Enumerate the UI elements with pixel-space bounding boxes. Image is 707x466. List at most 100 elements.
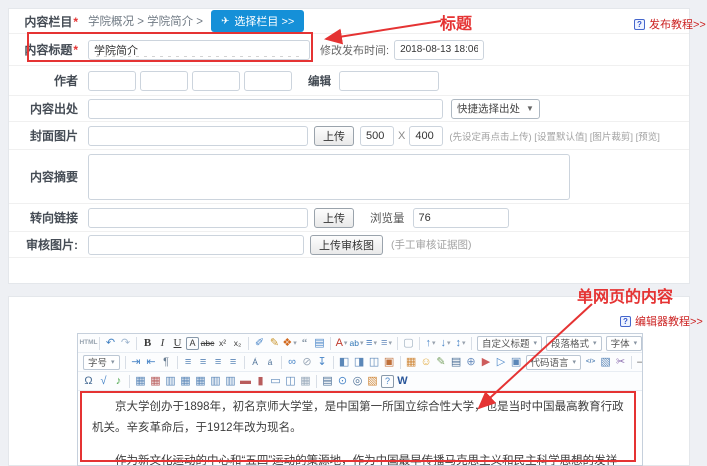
redirect-upload-button[interactable]: 上传 bbox=[314, 208, 354, 228]
img-left-icon[interactable]: ◧ bbox=[338, 355, 351, 370]
table-prop-icon[interactable]: ▦ bbox=[149, 374, 162, 389]
editor-field-input[interactable] bbox=[339, 71, 439, 91]
select-category-button[interactable]: ✈选择栏目 >> bbox=[211, 10, 304, 32]
image-icon[interactable]: ▦ bbox=[405, 355, 418, 370]
font-select[interactable]: 字体 bbox=[606, 336, 642, 351]
align-center-icon[interactable]: ≡ bbox=[197, 355, 210, 370]
undo-icon[interactable]: ↶ bbox=[104, 336, 117, 351]
delete-table-icon[interactable]: ▦ bbox=[299, 374, 312, 389]
merge-cells-icon[interactable]: ▭ bbox=[269, 374, 282, 389]
anchor-icon[interactable]: ↧ bbox=[316, 355, 329, 370]
paragraph-mark-icon[interactable]: ¶ bbox=[160, 355, 173, 370]
redo-icon[interactable]: ↷ bbox=[119, 336, 132, 351]
editor-content-area[interactable]: 京大学创办于1898年，初名京师大学堂，是中国第一所国立综合性大学，也是当时中国… bbox=[78, 391, 642, 466]
format-brush-icon[interactable]: ✎ bbox=[268, 336, 281, 351]
cover-height-input[interactable] bbox=[409, 126, 443, 146]
img-right-icon[interactable]: ◨ bbox=[353, 355, 366, 370]
line-height-icon[interactable]: ↕ bbox=[454, 336, 467, 351]
align-justify-icon[interactable]: ≡ bbox=[227, 355, 240, 370]
heading-select[interactable]: 自定义标题 bbox=[477, 336, 542, 351]
quick-code-icon[interactable]: ▧ bbox=[599, 355, 612, 370]
special-char-icon[interactable]: Ω bbox=[82, 374, 95, 389]
subscript-icon[interactable]: x₂ bbox=[231, 336, 244, 351]
bold-icon[interactable]: B bbox=[141, 336, 154, 351]
preview-icon[interactable]: ⊙ bbox=[336, 374, 349, 389]
unlink-icon[interactable]: ⊘ bbox=[301, 355, 314, 370]
publish-tutorial-link[interactable]: ? 发布教程>> bbox=[634, 16, 706, 32]
html-source-icon[interactable]: HTML bbox=[82, 336, 95, 351]
paint-icon[interactable]: ✎ bbox=[435, 355, 448, 370]
cover-image-input[interactable] bbox=[88, 126, 308, 146]
remove-format-icon[interactable]: ✐ bbox=[253, 336, 266, 351]
img-center-icon[interactable]: ◫ bbox=[368, 355, 381, 370]
margin-bottom-icon[interactable]: ↓ bbox=[439, 336, 452, 351]
find-icon[interactable]: ◎ bbox=[351, 374, 364, 389]
media-icon[interactable]: ▷ bbox=[495, 355, 508, 370]
font-attr-icon[interactable]: A bbox=[186, 337, 199, 350]
video-icon[interactable]: ▣ bbox=[510, 355, 523, 370]
author-input-4[interactable] bbox=[244, 71, 292, 91]
size-select[interactable]: 字号 bbox=[83, 355, 120, 370]
auto-typeset-icon[interactable]: ❖ bbox=[283, 336, 296, 351]
uppercase-icon[interactable]: Á bbox=[249, 355, 262, 370]
delete-col-icon[interactable]: ▮ bbox=[254, 374, 267, 389]
row-above-icon[interactable]: ▦ bbox=[179, 374, 192, 389]
flash-icon[interactable]: ▶ bbox=[480, 355, 493, 370]
paste-icon[interactable]: ▧ bbox=[366, 374, 379, 389]
unordered-list-icon[interactable]: ≡ bbox=[380, 336, 393, 351]
help-icon[interactable]: ? bbox=[381, 375, 394, 388]
indent-back-icon[interactable]: ⇤ bbox=[145, 355, 158, 370]
img-block-icon[interactable]: ▣ bbox=[383, 355, 396, 370]
quick-source-select[interactable]: 快捷选择出处▼ bbox=[451, 99, 540, 119]
audio-icon[interactable]: ♪ bbox=[112, 374, 125, 389]
split-cells-icon[interactable]: ◫ bbox=[284, 374, 297, 389]
new-document-icon[interactable]: ▢ bbox=[402, 336, 415, 351]
cell-prop-icon[interactable]: ▥ bbox=[164, 374, 177, 389]
strikethrough-icon[interactable]: abc bbox=[201, 336, 214, 351]
highlight-color-icon[interactable]: ab bbox=[350, 336, 363, 351]
map-icon[interactable]: ▤ bbox=[450, 355, 463, 370]
review-image-input[interactable] bbox=[88, 235, 304, 255]
superscript-icon[interactable]: x² bbox=[216, 336, 229, 351]
cover-upload-button[interactable]: 上传 bbox=[314, 126, 354, 146]
insert-table-icon[interactable]: ▦ bbox=[134, 374, 147, 389]
ordered-list-icon[interactable]: ≡ bbox=[365, 336, 378, 351]
views-input[interactable] bbox=[413, 208, 509, 228]
align-left-icon[interactable]: ≡ bbox=[182, 355, 195, 370]
cover-width-input[interactable] bbox=[360, 126, 394, 146]
insert-code-icon[interactable]: </> bbox=[584, 355, 597, 370]
col-left-icon[interactable]: ▥ bbox=[209, 374, 222, 389]
indent-first-icon[interactable]: ⇥ bbox=[130, 355, 143, 370]
redirect-link-input[interactable] bbox=[88, 208, 308, 228]
code-lang-select[interactable]: 代码语言 bbox=[526, 355, 582, 370]
row-below-icon[interactable]: ▦ bbox=[194, 374, 207, 389]
author-input-3[interactable] bbox=[192, 71, 240, 91]
publish-time-input[interactable] bbox=[394, 40, 484, 60]
author-input-2[interactable] bbox=[140, 71, 188, 91]
font-color-icon[interactable]: A bbox=[335, 336, 348, 351]
blockquote-icon[interactable]: “ bbox=[298, 336, 311, 351]
source-input[interactable] bbox=[88, 99, 443, 119]
word-paste-icon[interactable]: W bbox=[396, 374, 409, 389]
margin-top-icon[interactable]: ↑ bbox=[424, 336, 437, 351]
summary-textarea[interactable] bbox=[88, 154, 570, 200]
lowercase-icon[interactable]: á bbox=[264, 355, 277, 370]
underline-icon[interactable]: U bbox=[171, 336, 184, 351]
align-right-icon[interactable]: ≡ bbox=[212, 355, 225, 370]
hr-icon[interactable]: — bbox=[636, 355, 642, 370]
attachment-icon[interactable]: ⊕ bbox=[465, 355, 478, 370]
col-right-icon[interactable]: ▥ bbox=[224, 374, 237, 389]
print-icon[interactable]: ▤ bbox=[321, 374, 334, 389]
delete-row-icon[interactable]: ▬ bbox=[239, 374, 252, 389]
emoticon-icon[interactable]: ☺ bbox=[420, 355, 433, 370]
screenshot-icon[interactable]: ✂ bbox=[614, 355, 627, 370]
author-input-1[interactable] bbox=[88, 71, 136, 91]
link-icon[interactable]: ∞ bbox=[286, 355, 299, 370]
review-upload-button[interactable]: 上传审核图 bbox=[310, 235, 383, 255]
editor-tutorial-link[interactable]: ? 编辑器教程>> bbox=[620, 313, 703, 329]
content-title-input[interactable] bbox=[88, 40, 310, 60]
formula-icon[interactable]: √ bbox=[97, 374, 110, 389]
paragraph-select[interactable]: 段落格式 bbox=[546, 336, 602, 351]
template-icon[interactable]: ▤ bbox=[313, 336, 326, 351]
italic-icon[interactable]: I bbox=[156, 336, 169, 351]
